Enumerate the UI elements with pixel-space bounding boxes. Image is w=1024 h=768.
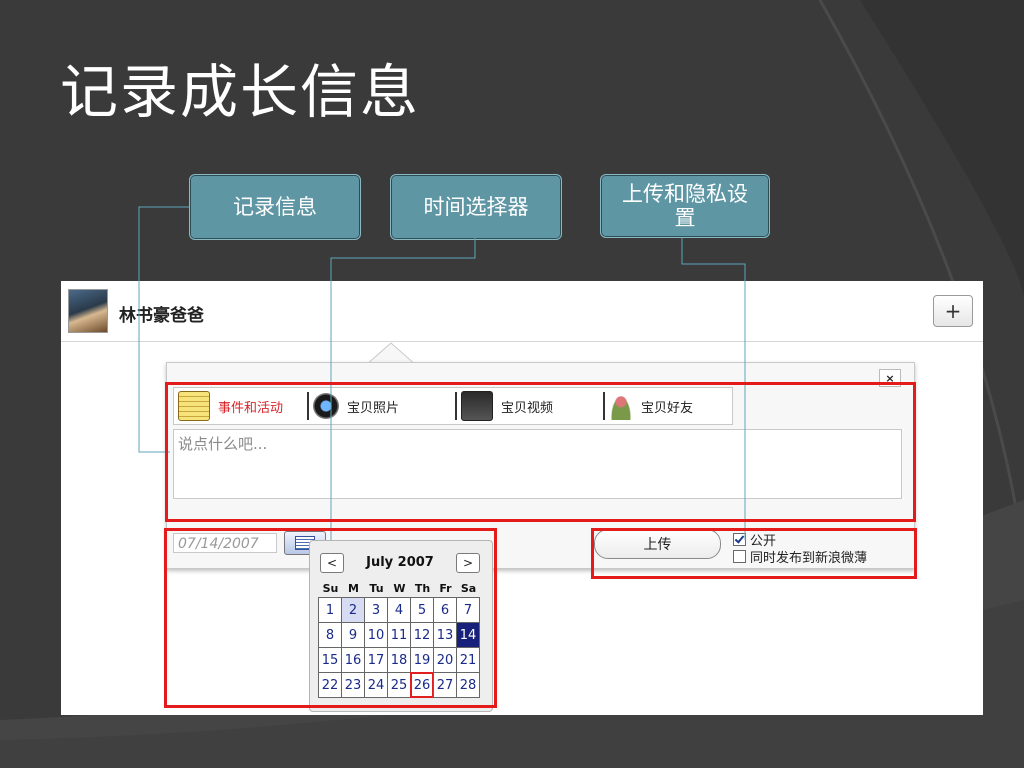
calendar-day[interactable]: 19 bbox=[410, 647, 434, 673]
tab-friends[interactable]: 宝贝好友 bbox=[605, 388, 725, 424]
calendar-day[interactable]: 3 bbox=[364, 597, 388, 623]
weekday-label: Th bbox=[414, 582, 431, 595]
calendar-day[interactable]: 16 bbox=[341, 647, 365, 673]
calendar-day[interactable]: 9 bbox=[341, 622, 365, 648]
panel-header: 林书豪爸爸 + bbox=[61, 281, 983, 342]
calendar-day[interactable]: 7 bbox=[456, 597, 480, 623]
weekday-label: Fr bbox=[439, 582, 452, 595]
user-name[interactable]: 林书豪爸爸 bbox=[119, 301, 204, 326]
calendar-day[interactable]: 21 bbox=[456, 647, 480, 673]
callout-record-info: 记录信息 bbox=[189, 174, 361, 240]
weekday-label: Sa bbox=[460, 582, 477, 595]
weibo-checkbox[interactable] bbox=[733, 550, 746, 563]
calendar-day[interactable]: 13 bbox=[433, 622, 457, 648]
close-icon[interactable]: × bbox=[879, 369, 901, 387]
calendar-day[interactable]: 8 bbox=[318, 622, 342, 648]
post-panel: 林书豪爸爸 + × 事件和活动 宝贝照片 宝贝视频 宝贝好友 说点什么吧... … bbox=[61, 281, 983, 715]
tab-label: 宝贝好友 bbox=[641, 400, 694, 416]
calendar-day[interactable]: 28 bbox=[456, 672, 480, 698]
avatar[interactable] bbox=[68, 289, 108, 333]
weibo-label: 同时发布到新浪微薄 bbox=[750, 551, 868, 566]
calendar-day[interactable]: 18 bbox=[387, 647, 411, 673]
calendar-day[interactable]: 1 bbox=[318, 597, 342, 623]
calendar-day[interactable]: 11 bbox=[387, 622, 411, 648]
upload-button[interactable]: 上传 bbox=[594, 529, 721, 559]
weekday-label: M bbox=[348, 582, 359, 595]
calendar-day[interactable]: 22 bbox=[318, 672, 342, 698]
public-checkbox[interactable] bbox=[733, 533, 746, 546]
calendar-day[interactable]: 6 bbox=[433, 597, 457, 623]
calendar-day[interactable]: 2 bbox=[341, 597, 365, 623]
notepad-icon bbox=[178, 391, 210, 421]
calendar-day[interactable]: 15 bbox=[318, 647, 342, 673]
calendar-day[interactable]: 10 bbox=[364, 622, 388, 648]
calendar-day[interactable]: 25 bbox=[387, 672, 411, 698]
calendar-day[interactable]: 24 bbox=[364, 672, 388, 698]
tab-photos[interactable]: 宝贝照片 bbox=[309, 388, 457, 424]
tab-label: 宝贝照片 bbox=[347, 400, 400, 416]
weekday-label: Su bbox=[322, 582, 339, 595]
calendar-day[interactable]: 17 bbox=[364, 647, 388, 673]
tab-events[interactable]: 事件和活动 bbox=[174, 388, 309, 424]
friend-icon bbox=[609, 392, 633, 420]
calendar-month-title: July 2007 bbox=[366, 555, 434, 570]
calendar-day[interactable]: 5 bbox=[410, 597, 434, 623]
weibo-option[interactable]: 同时发布到新浪微薄 bbox=[733, 547, 867, 566]
camera-icon bbox=[313, 393, 339, 419]
weekday-label: Tu bbox=[369, 582, 384, 595]
callout-upload-privacy: 上传和隐私设置 bbox=[600, 174, 770, 238]
weekday-header: Su M Tu W Th Fr Sa bbox=[319, 582, 480, 595]
calendar-day[interactable]: 23 bbox=[341, 672, 365, 698]
post-type-tabs: 事件和活动 宝贝照片 宝贝视频 宝贝好友 bbox=[173, 387, 733, 425]
calendar-day[interactable]: 14 bbox=[456, 622, 480, 648]
weekday-label: W bbox=[393, 582, 406, 595]
callout-time-picker: 时间选择器 bbox=[390, 174, 562, 240]
calendar-day[interactable]: 26 bbox=[410, 672, 434, 698]
calendar-days: 1 2 3 4 5 6 7 8 9 10 11 12 13 14 15 16 17 18 19 20 21 22 23 24 2… bbox=[318, 597, 480, 698]
next-month-button[interactable]: > bbox=[456, 553, 480, 573]
tab-label: 事件和活动 bbox=[218, 400, 284, 416]
calendar-day[interactable]: 12 bbox=[410, 622, 434, 648]
tab-video[interactable]: 宝贝视频 bbox=[457, 388, 605, 424]
add-button[interactable]: + bbox=[933, 295, 973, 327]
compose-popup: × 事件和活动 宝贝照片 宝贝视频 宝贝好友 说点什么吧... 07/14/20… bbox=[166, 362, 915, 569]
date-input[interactable]: 07/14/2007 bbox=[173, 533, 277, 553]
prev-month-button[interactable]: < bbox=[320, 553, 344, 573]
date-picker: < July 2007 > Su M Tu W Th Fr Sa 1 2 3 4 5 6 7 8 9 10 11… bbox=[309, 540, 493, 712]
video-icon bbox=[461, 391, 493, 421]
tab-label: 宝贝视频 bbox=[501, 400, 554, 416]
calendar-day[interactable]: 20 bbox=[433, 647, 457, 673]
slide-title: 记录成长信息 bbox=[60, 58, 421, 126]
calendar-day[interactable]: 4 bbox=[387, 597, 411, 623]
calendar-day[interactable]: 27 bbox=[433, 672, 457, 698]
post-text-input[interactable]: 说点什么吧... bbox=[173, 429, 902, 499]
